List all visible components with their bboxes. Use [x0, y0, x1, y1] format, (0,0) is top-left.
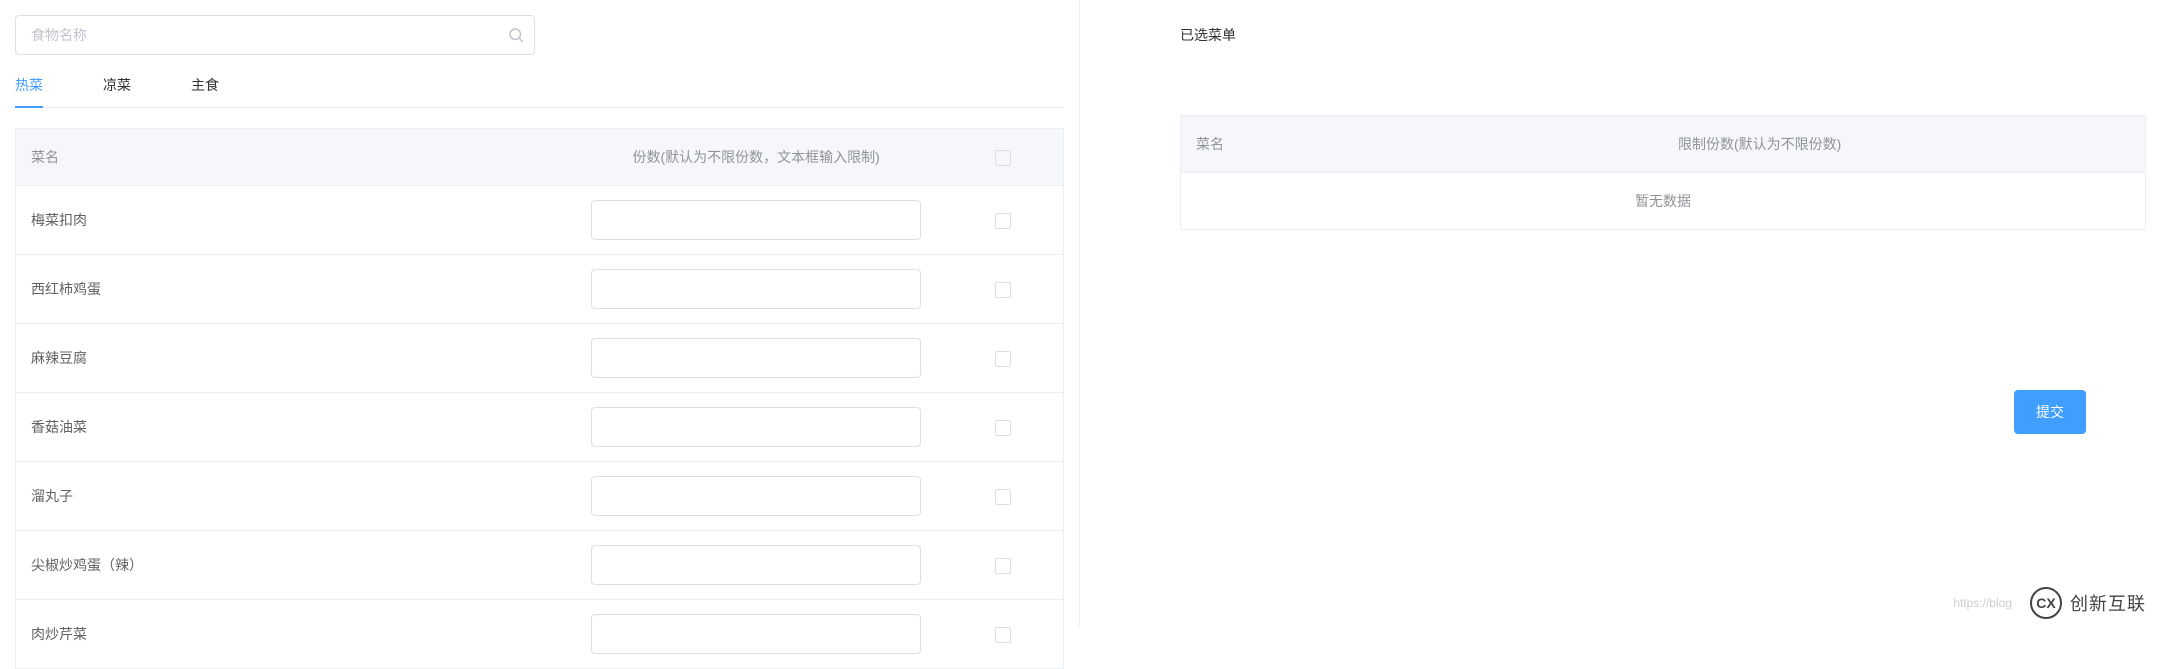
- table-row: 麻辣豆腐: [16, 324, 1064, 393]
- selected-header-name: 菜名: [1181, 116, 1664, 173]
- table-row: 尖椒炒鸡蛋（辣）: [16, 531, 1064, 600]
- row-checkbox[interactable]: [995, 558, 1011, 574]
- quantity-cell: [570, 255, 943, 324]
- dish-name-cell: 麻辣豆腐: [16, 324, 570, 393]
- checkbox-cell: [943, 324, 1064, 393]
- row-checkbox[interactable]: [995, 213, 1011, 229]
- search-icon: [507, 26, 525, 44]
- header-quantity: 份数(默认为不限份数，文本框输入限制): [570, 129, 943, 186]
- quantity-input[interactable]: [591, 476, 921, 516]
- table-row: 梅菜扣肉: [16, 186, 1064, 255]
- dish-name-cell: 溜丸子: [16, 462, 570, 531]
- watermark-brand: 创新互联: [2070, 590, 2146, 616]
- quantity-cell: [570, 531, 943, 600]
- selected-header-limit: 限制份数(默认为不限份数): [1663, 116, 2146, 173]
- table-row: 香菇油菜: [16, 393, 1064, 462]
- tab-cold-dishes[interactable]: 凉菜: [103, 75, 131, 107]
- quantity-cell: [570, 462, 943, 531]
- quantity-input[interactable]: [591, 614, 921, 654]
- select-all-checkbox[interactable]: [995, 150, 1011, 166]
- checkbox-cell: [943, 186, 1064, 255]
- checkbox-cell: [943, 462, 1064, 531]
- search-input[interactable]: [15, 15, 535, 55]
- watermark-url: https://blog: [1953, 596, 2012, 610]
- app-container: 热菜 凉菜 主食 菜名 份数(默认为不限份数，文本框输入限制) 梅菜扣肉西红柿鸡…: [0, 0, 2161, 627]
- tab-hot-dishes[interactable]: 热菜: [15, 75, 43, 107]
- tab-staple-food[interactable]: 主食: [191, 75, 219, 107]
- checkbox-cell: [943, 255, 1064, 324]
- selected-table-wrap: 菜名 限制份数(默认为不限份数) 暂无数据: [1180, 115, 2146, 230]
- empty-data-text: 暂无数据: [1181, 173, 2146, 230]
- dish-name-cell: 香菇油菜: [16, 393, 570, 462]
- quantity-cell: [570, 186, 943, 255]
- search-wrapper: [15, 15, 535, 55]
- row-checkbox[interactable]: [995, 489, 1011, 505]
- submit-wrap: 提交: [1180, 390, 2146, 434]
- submit-button[interactable]: 提交: [2014, 390, 2086, 434]
- header-dish-name: 菜名: [16, 129, 570, 186]
- checkbox-cell: [943, 393, 1064, 462]
- checkbox-cell: [943, 531, 1064, 600]
- quantity-input[interactable]: [591, 545, 921, 585]
- dish-name-cell: 梅菜扣肉: [16, 186, 570, 255]
- watermark: https://blog CX 创新互联: [1953, 587, 2146, 619]
- row-checkbox[interactable]: [995, 282, 1011, 298]
- dish-name-cell: 尖椒炒鸡蛋（辣）: [16, 531, 570, 600]
- dish-name-cell: 西红柿鸡蛋: [16, 255, 570, 324]
- quantity-input[interactable]: [591, 338, 921, 378]
- selected-menu-title: 已选菜单: [1180, 25, 2146, 45]
- quantity-cell: [570, 393, 943, 462]
- quantity-cell: [570, 600, 943, 669]
- tabs: 热菜 凉菜 主食: [15, 75, 1064, 108]
- right-panel: 已选菜单 菜名 限制份数(默认为不限份数) 暂无数据 提交: [1080, 0, 2161, 627]
- table-row: 肉炒芹菜: [16, 600, 1064, 669]
- quantity-input[interactable]: [591, 407, 921, 447]
- table-row: 西红柿鸡蛋: [16, 255, 1064, 324]
- quantity-input[interactable]: [591, 200, 921, 240]
- table-row: 溜丸子: [16, 462, 1064, 531]
- selected-table: 菜名 限制份数(默认为不限份数) 暂无数据: [1180, 115, 2146, 230]
- quantity-input[interactable]: [591, 269, 921, 309]
- watermark-logo: CX: [2030, 587, 2062, 619]
- row-checkbox[interactable]: [995, 420, 1011, 436]
- row-checkbox[interactable]: [995, 627, 1011, 643]
- row-checkbox[interactable]: [995, 351, 1011, 367]
- quantity-cell: [570, 324, 943, 393]
- dish-name-cell: 肉炒芹菜: [16, 600, 570, 669]
- dishes-table: 菜名 份数(默认为不限份数，文本框输入限制) 梅菜扣肉西红柿鸡蛋麻辣豆腐香菇油菜…: [15, 128, 1064, 669]
- header-select: [943, 129, 1064, 186]
- checkbox-cell: [943, 600, 1064, 669]
- left-panel: 热菜 凉菜 主食 菜名 份数(默认为不限份数，文本框输入限制) 梅菜扣肉西红柿鸡…: [0, 0, 1080, 627]
